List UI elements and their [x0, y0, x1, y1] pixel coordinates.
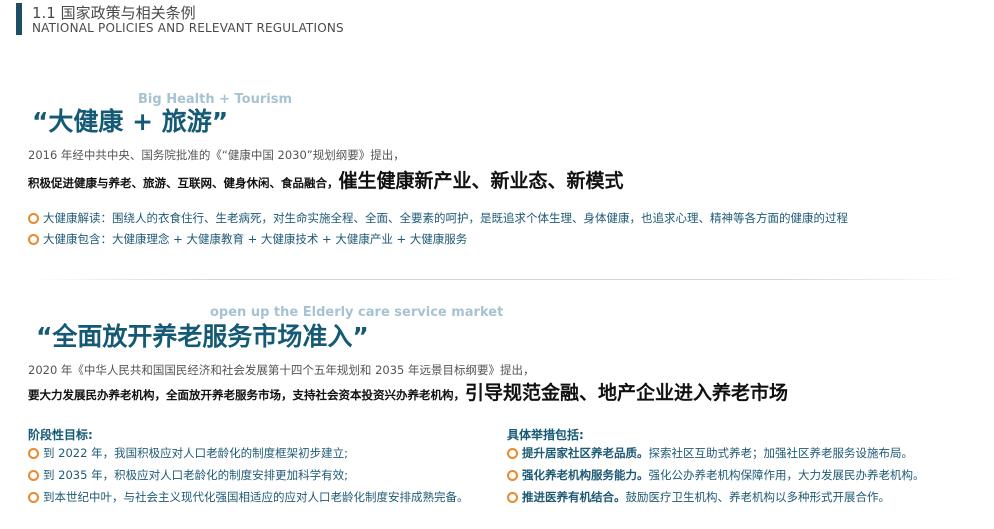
bullet-text: 大健康解读：围绕人的衣食住行、生老病死，对生命实施全程、全面、全要素的呵护，是既… — [43, 211, 848, 225]
measure-strong: 推进医养有机结合。 — [522, 490, 626, 504]
section2-emphasis-small: 要大力发展民办养老机构，全面放开养老服务市场，支持社会资本投资兴办养老机构， — [28, 388, 465, 402]
circle-bullet-icon — [28, 447, 39, 459]
section-divider — [28, 279, 968, 280]
section2-title: “全面放开养老服务市场准入” — [36, 322, 369, 351]
measure-strong: 强化养老机构服务能力。 — [522, 468, 649, 482]
section1-emphasis-line: 积极促进健康与养老、旅游、互联网、健身休闲、食品融合，催生健康新产业、新业态、新… — [28, 166, 624, 193]
circle-bullet-icon — [28, 491, 39, 503]
stage-goal-item: 到本世纪中叶，与社会主义现代化强国相适应的应对人口老龄化制度安排成熟完备。 — [28, 489, 469, 505]
measure-rest: 强化公办养老机构保障作用，大力发展民办养老机构。 — [648, 468, 925, 482]
stage-goal-item: 到 2022 年，我国积极应对人口老龄化的制度框架初步建立; — [28, 445, 348, 461]
circle-bullet-icon — [507, 469, 518, 481]
stage-goal-text: 到 2035 年，积极应对人口老龄化的制度安排更加科学有效; — [43, 468, 348, 482]
section2-intro: 2020 年《中华人民共和国国民经济和社会发展第十四个五年规划和 2035 年远… — [28, 363, 535, 377]
stage-goal-item: 到 2035 年，积极应对人口老龄化的制度安排更加科学有效; — [28, 467, 348, 483]
header-accent-bar — [16, 3, 22, 35]
circle-bullet-icon — [507, 447, 518, 459]
circle-bullet-icon — [507, 491, 518, 503]
bullet-text: 大健康包含：大健康理念 + 大健康教育 + 大健康技术 + 大健康产业 + 大健… — [43, 232, 468, 246]
measure-strong: 提升居家社区养老品质。 — [522, 446, 649, 460]
measures-heading: 具体举措包括: — [507, 428, 584, 442]
page-subtitle: NATIONAL POLICIES AND RELEVANT REGULATIO… — [32, 21, 344, 35]
section1-bullet-2: 大健康包含：大健康理念 + 大健康教育 + 大健康技术 + 大健康产业 + 大健… — [28, 231, 467, 247]
measure-rest: 鼓励医疗卫生机构、养老机构以多种形式开展合作。 — [625, 490, 891, 504]
measure-item: 提升居家社区养老品质。 探索社区互助式养老；加强社区养老服务设施布局。 — [507, 445, 913, 461]
section1-emphasis-big: 催生健康新产业、新业态、新模式 — [338, 170, 624, 192]
measure-item: 推进医养有机结合。 鼓励医疗卫生机构、养老机构以多种形式开展合作。 — [507, 489, 890, 505]
stage-goal-text: 到本世纪中叶，与社会主义现代化强国相适应的应对人口老龄化制度安排成熟完备。 — [43, 490, 469, 504]
circle-bullet-icon — [28, 233, 39, 245]
section1-emphasis-small: 积极促进健康与养老、旅游、互联网、健身休闲、食品融合， — [28, 176, 339, 190]
measure-rest: 探索社区互助式养老；加强社区养老服务设施布局。 — [648, 446, 914, 460]
page-title: 1.1 国家政策与相关条例 — [32, 4, 196, 22]
section1-title: “大健康 + 旅游” — [32, 107, 229, 136]
circle-bullet-icon — [28, 212, 39, 224]
measure-item: 强化养老机构服务能力。 强化公办养老机构保障作用，大力发展民办养老机构。 — [507, 467, 925, 483]
section2-emphasis-big: 引导规范金融、地产企业进入养老市场 — [465, 382, 789, 404]
stage-goals-heading: 阶段性目标: — [28, 428, 93, 442]
section2-emphasis-line: 要大力发展民办养老机构，全面放开养老服务市场，支持社会资本投资兴办养老机构，引导… — [28, 378, 788, 405]
section1-intro: 2016 年经中共中央、国务院批准的《“健康中国 2030”规划纲要》提出， — [28, 148, 405, 162]
stage-goal-text: 到 2022 年，我国积极应对人口老龄化的制度框架初步建立; — [43, 446, 348, 460]
circle-bullet-icon — [28, 469, 39, 481]
section1-bullet-1: 大健康解读：围绕人的衣食住行、生老病死，对生命实施全程、全面、全要素的呵护，是既… — [28, 210, 848, 226]
